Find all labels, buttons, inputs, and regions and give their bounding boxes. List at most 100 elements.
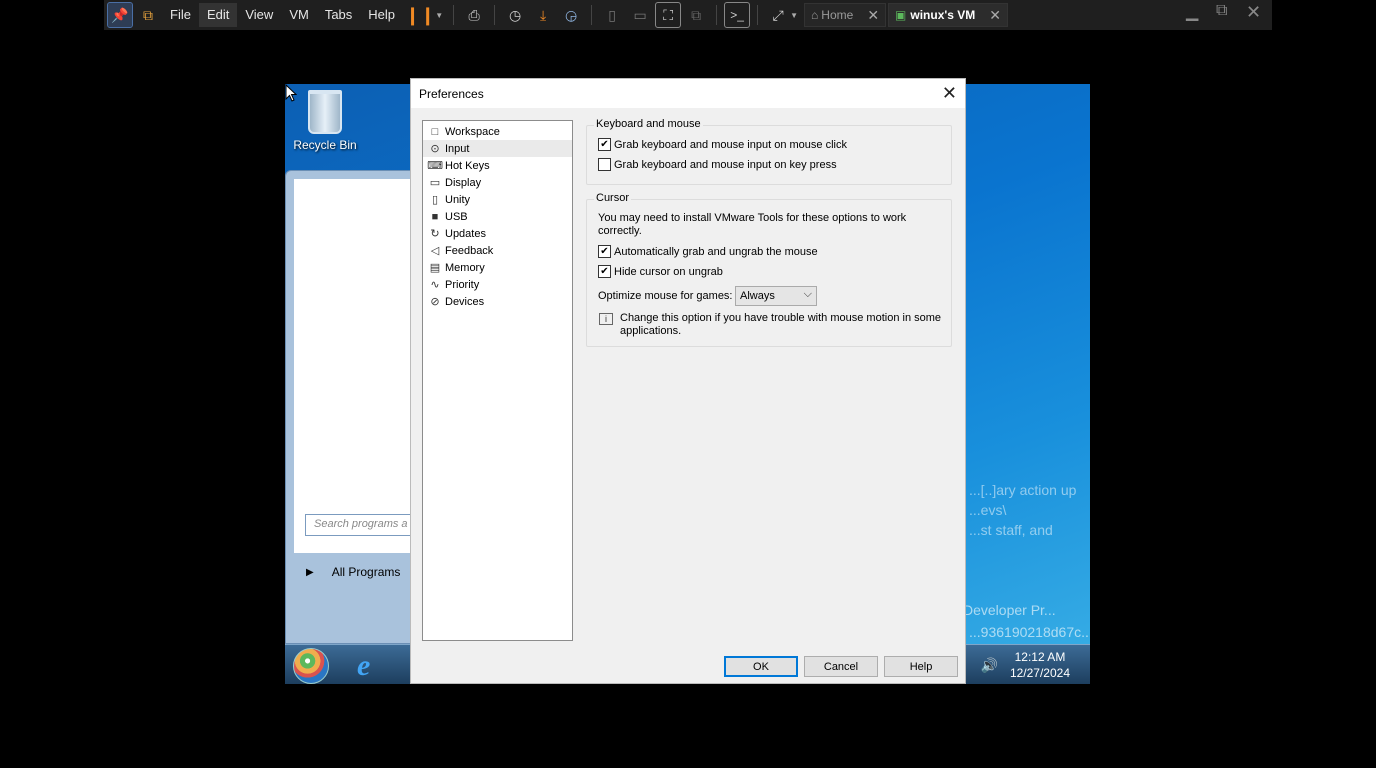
nav-item-label: Unity: [445, 193, 471, 206]
toolbar-separator: [757, 5, 759, 25]
minimize-icon[interactable]: ▁: [1186, 2, 1198, 22]
checkbox-label: Grab keyboard and mouse input on key pre…: [614, 158, 837, 171]
nav-item-label: Feedback: [445, 244, 494, 257]
checkbox-unchecked[interactable]: [598, 158, 611, 171]
hide-cursor-checkbox[interactable]: ✔ Hide cursor on ungrab: [598, 265, 723, 278]
nav-item-feedback[interactable]: ◁ Feedback: [423, 242, 572, 259]
preferences-dialog: Preferences ✕ □ Workspace ⊙ Input ⌨ Hot Key…: [410, 78, 966, 684]
clock-date: 12/27/2024: [1009, 666, 1070, 680]
note-line: correctly.: [598, 225, 642, 237]
nav-item-usb[interactable]: ■ USB: [423, 208, 572, 225]
menu-view[interactable]: View: [237, 3, 281, 27]
nav-item-priority[interactable]: ∿ Priority: [423, 276, 572, 293]
chevron-down-icon: ⌵: [803, 288, 812, 300]
pause-dropdown-icon[interactable]: ▼: [435, 11, 443, 20]
dialog-close-icon[interactable]: ✕: [942, 83, 957, 103]
start-search-input[interactable]: Search programs a: [305, 514, 415, 536]
triangle-right-icon: ▶: [306, 566, 314, 578]
vm-icon: ▣: [895, 8, 907, 22]
menu-file[interactable]: File: [162, 3, 199, 27]
tab-home[interactable]: ⌂ Home ✕: [804, 3, 887, 27]
auto-grab-checkbox[interactable]: ✔ Automatically grab and ungrab the mous…: [598, 245, 818, 258]
checkbox-label: Automatically grab and ungrab the mouse: [614, 245, 818, 258]
nav-item-label: Hot Keys: [445, 159, 490, 172]
send-ctrl-alt-del-icon[interactable]: ⎙: [462, 3, 486, 27]
checkbox-checked[interactable]: ✔: [598, 138, 611, 151]
monitor-icon: ▭: [429, 177, 441, 189]
unity-icon[interactable]: ⧉: [684, 3, 708, 27]
nav-item-memory[interactable]: ▤ Memory: [423, 259, 572, 276]
clock[interactable]: 12:12 AM 12/27/2024: [1010, 649, 1070, 681]
tab-vm[interactable]: ▣ winux's VM ✕: [888, 3, 1008, 27]
keyboard-icon: ⌨: [427, 160, 443, 172]
nav-item-label: Input: [445, 142, 470, 155]
nav-item-label: Priority: [445, 278, 480, 291]
close-tab-vm-icon[interactable]: ✕: [989, 7, 1001, 24]
menu-help[interactable]: Help: [360, 3, 403, 27]
nav-item-label: Memory: [445, 261, 485, 274]
split-view-icon[interactable]: ▭: [628, 3, 652, 27]
menu-tabs[interactable]: Tabs: [317, 3, 360, 27]
close-icon[interactable]: ✕: [1246, 2, 1261, 23]
grab-on-key-checkbox[interactable]: Grab keyboard and mouse input on key pre…: [598, 158, 837, 171]
tab-home-label: Home: [821, 8, 854, 22]
nav-item-workspace[interactable]: □ Workspace: [423, 123, 572, 140]
group-label: Cursor: [594, 192, 632, 204]
recycle-bin-label: Recycle Bin: [293, 138, 357, 152]
info-icon: i: [599, 313, 613, 325]
full-screen-icon[interactable]: ⛶: [655, 2, 682, 28]
optimize-games-label: Optimize mouse for games:: [598, 290, 733, 302]
all-programs-label: All Programs: [331, 565, 401, 579]
priority-icon: ∿: [430, 279, 440, 291]
menu-edit[interactable]: Edit: [198, 3, 238, 27]
snapshot-icon[interactable]: ◷: [503, 3, 527, 27]
restore-icon[interactable]: ⧉: [1216, 2, 1227, 20]
snapshot-manager-icon[interactable]: ◶: [559, 3, 583, 27]
nav-item-unity[interactable]: ▯ Unity: [423, 191, 572, 208]
keyboard-mouse-group: Keyboard and mouse ✔ Grab keyboard and m…: [586, 118, 952, 185]
vmware-tools-note: You may need to install VMware Tools for…: [598, 212, 906, 238]
cancel-button[interactable]: Cancel: [804, 656, 878, 677]
menu-vm[interactable]: VM: [281, 3, 317, 27]
nav-item-label: Updates: [445, 227, 486, 240]
nav-item-label: Display: [445, 176, 482, 189]
vmware-logo-icon[interactable]: ⧉: [136, 3, 160, 27]
start-menu: ▶ All Programs: [285, 170, 411, 644]
start-orb-icon[interactable]: [293, 648, 329, 684]
wallpaper-text: ...936190218d67c...: [969, 624, 1090, 640]
stretch-dropdown-icon[interactable]: ▼: [790, 11, 798, 20]
recycle-bin[interactable]: Recycle Bin: [285, 90, 365, 152]
terminal-icon[interactable]: >_: [724, 2, 751, 28]
internet-explorer-icon[interactable]: e: [357, 649, 370, 683]
grab-on-click-checkbox[interactable]: ✔ Grab keyboard and mouse input on mouse…: [598, 138, 847, 151]
pause-icon[interactable]: ❙❙: [405, 3, 435, 27]
nav-item-updates[interactable]: ↻ Updates: [423, 225, 572, 242]
mouse-icon: ⊙: [430, 143, 440, 155]
system-tray: 🔊 12:12 AM 12/27/2024: [981, 645, 1091, 684]
nav-item-label: USB: [445, 210, 468, 223]
preferences-nav-list: □ Workspace ⊙ Input ⌨ Hot Keys ▭ Display ▯ Un…: [422, 120, 573, 641]
nav-item-input[interactable]: ⊙ Input: [423, 140, 572, 157]
revert-snapshot-icon[interactable]: ⤓: [531, 3, 555, 27]
checkbox-checked[interactable]: ✔: [598, 245, 611, 258]
nav-item-devices[interactable]: ⊘ Devices: [423, 293, 572, 310]
ok-button[interactable]: OK: [724, 656, 798, 677]
checkbox-checked[interactable]: ✔: [598, 265, 611, 278]
start-menu-programs-pane: [294, 179, 410, 553]
close-tab-home-icon[interactable]: ✕: [867, 7, 879, 24]
help-button[interactable]: Help: [884, 656, 958, 677]
nav-item-hot-keys[interactable]: ⌨ Hot Keys: [423, 157, 572, 174]
stretch-icon[interactable]: ⤢: [766, 3, 790, 27]
all-programs[interactable]: ▶ All Programs: [294, 559, 414, 585]
devices-icon: ⊘: [430, 296, 440, 308]
wallpaper-text: ...[..]ary action up: [969, 482, 1077, 498]
pin-icon[interactable]: 📌: [107, 2, 133, 28]
volume-icon[interactable]: 🔊: [981, 657, 998, 674]
mouse-pointer-icon: [285, 84, 297, 102]
toolbar-separator: [453, 5, 455, 25]
nav-item-display[interactable]: ▭ Display: [423, 174, 572, 191]
console-view-icon[interactable]: ▯: [600, 3, 624, 27]
optimize-games-select[interactable]: Always ⌵: [735, 286, 817, 306]
checkbox-label: Hide cursor on ungrab: [614, 265, 723, 278]
dialog-title-bar[interactable]: Preferences: [411, 79, 965, 108]
